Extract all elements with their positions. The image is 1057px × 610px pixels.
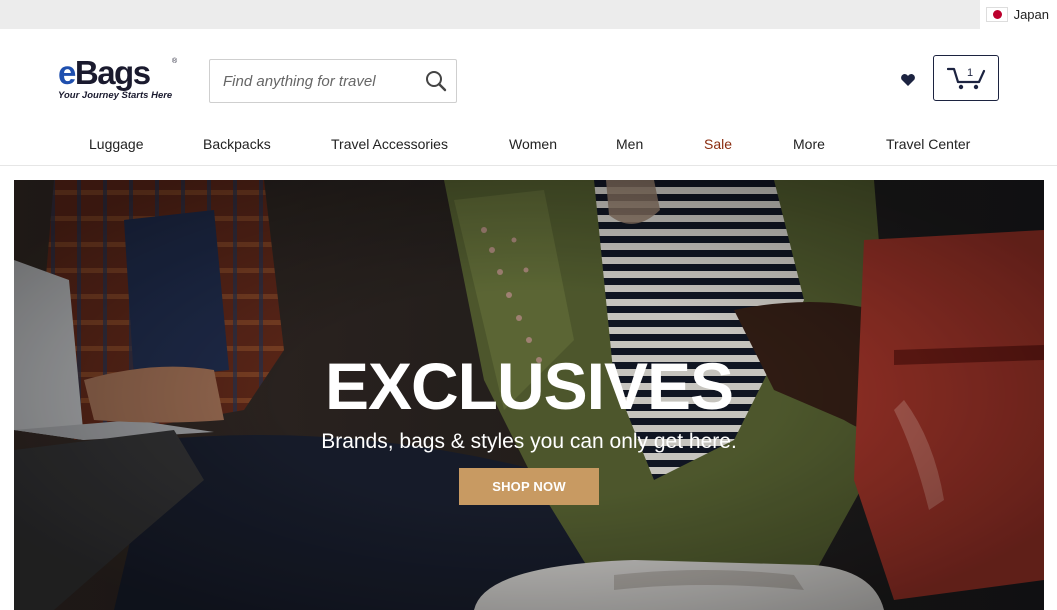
hero-banner[interactable]: EXCLUSIVES Brands, bags & styles you can… — [14, 180, 1044, 610]
logo-wordmark-rest: Bags — [74, 54, 151, 91]
nav-item-men[interactable]: Men — [616, 136, 643, 152]
nav-item-luggage[interactable]: Luggage — [89, 136, 144, 152]
registered-mark: ® — [172, 58, 178, 65]
country-selector[interactable]: Japan — [979, 0, 1057, 29]
main-nav: Luggage Backpacks Travel Accessories Wom… — [0, 124, 1057, 166]
japan-flag-icon — [985, 7, 1008, 22]
heart-icon[interactable] — [899, 71, 917, 89]
search-icon[interactable] — [424, 69, 448, 93]
nav-item-women[interactable]: Women — [509, 136, 557, 152]
hero-subtitle: Brands, bags & styles you can only get h… — [321, 430, 737, 453]
country-name: Japan — [1013, 7, 1049, 22]
cart-button[interactable]: 1 — [933, 55, 999, 101]
ebags-logo[interactable]: eBags ® Your Journey Starts Here — [58, 54, 180, 108]
nav-item-sale[interactable]: Sale — [704, 136, 732, 152]
logo-wordmark: eBags — [58, 54, 151, 91]
hero-title: EXCLUSIVES — [324, 349, 734, 423]
logo-tagline: Your Journey Starts Here — [58, 90, 173, 101]
cart-count: 1 — [967, 67, 974, 79]
search-box — [209, 59, 457, 103]
shop-now-button[interactable]: SHOP NOW — [459, 468, 599, 505]
nav-item-more[interactable]: More — [793, 136, 825, 152]
search-input[interactable] — [210, 61, 410, 101]
nav-item-backpacks[interactable]: Backpacks — [203, 136, 271, 152]
nav-item-travel-center[interactable]: Travel Center — [886, 136, 970, 152]
utility-bar: Japan — [0, 0, 1057, 29]
nav-item-travel-accessories[interactable]: Travel Accessories — [331, 136, 448, 152]
